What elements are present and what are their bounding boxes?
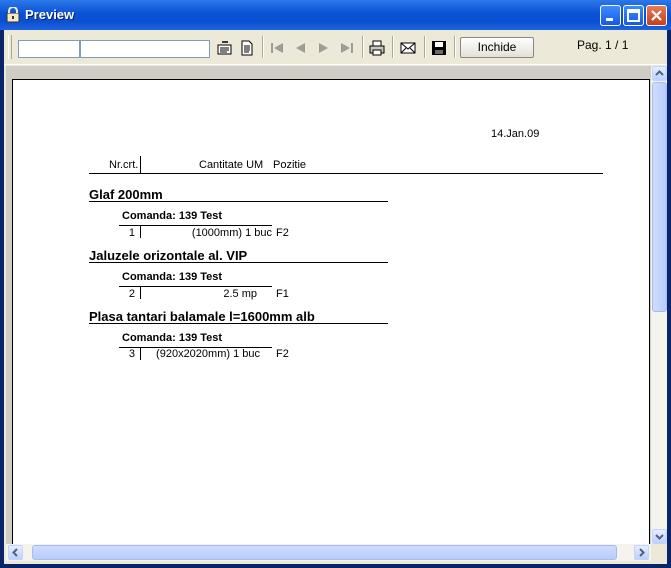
header-nr: Nr.crt. <box>109 159 139 171</box>
preview-window: Preview Inchide Pag. 1 / 1 14.Jan.09 Nr.… <box>0 0 671 568</box>
row-nr: 3 <box>128 348 135 360</box>
vertical-scroll-thumb[interactable] <box>652 82 667 312</box>
chevron-up-icon <box>655 70 664 76</box>
close-icon <box>651 10 662 21</box>
toolbar-grip[interactable] <box>8 35 12 59</box>
find-next-icon[interactable] <box>238 39 256 57</box>
scroll-left-button[interactable] <box>8 545 23 560</box>
find-icon[interactable] <box>216 39 234 57</box>
horizontal-scroll-thumb[interactable] <box>32 545 617 560</box>
window-title: Preview <box>25 7 75 22</box>
group-rule <box>89 201 388 202</box>
row-divider <box>140 226 141 238</box>
maximize-icon <box>627 9 640 22</box>
search-input[interactable] <box>18 40 80 58</box>
order-label: Comanda: 139 Test <box>122 332 223 344</box>
order-rule <box>119 286 272 287</box>
row-divider <box>140 287 141 299</box>
header-divider <box>140 156 141 173</box>
toolbar-separator <box>262 36 264 58</box>
vertical-scrollbar[interactable] <box>651 66 667 544</box>
lock-icon <box>6 7 20 23</box>
toolbar-separator <box>362 36 364 58</box>
row-nr: 1 <box>128 227 135 239</box>
toolbar-separator <box>454 36 456 58</box>
scroll-up-button[interactable] <box>652 66 667 81</box>
group-rule <box>89 262 388 263</box>
row-pos: F2 <box>276 348 289 360</box>
print-icon[interactable] <box>368 39 386 57</box>
header-qty: Cantitate UM <box>199 159 264 171</box>
page-input[interactable] <box>80 40 210 58</box>
toolbar-separator <box>424 36 426 58</box>
page-indicator: Pag. 1 / 1 <box>577 38 629 52</box>
maximize-button[interactable] <box>623 5 644 26</box>
report-date: 14.Jan.09 <box>491 128 540 140</box>
scroll-right-button[interactable] <box>634 545 649 560</box>
order-label: Comanda: 139 Test <box>122 271 223 283</box>
email-icon[interactable] <box>399 39 417 57</box>
group-title: Jaluzele orizontale al. VIP <box>89 248 248 263</box>
horizontal-scrollbar[interactable] <box>6 544 651 561</box>
first-page-icon[interactable] <box>268 39 286 57</box>
chevron-down-icon <box>655 534 664 540</box>
chevron-right-icon <box>639 548 645 557</box>
scroll-down-button[interactable] <box>652 529 667 544</box>
title-bar[interactable]: Preview <box>0 0 671 30</box>
header-rule <box>89 173 603 174</box>
report-page: 14.Jan.09 Nr.crt. Cantitate UM Pozitie G… <box>12 79 650 544</box>
inchide-button[interactable]: Inchide <box>460 37 534 58</box>
row-qty: (1000mm) 1 buc <box>191 227 272 239</box>
client-area: Inchide Pag. 1 / 1 14.Jan.09 Nr.crt. Can… <box>4 30 667 564</box>
group-title: Glaf 200mm <box>89 187 163 202</box>
minimize-icon <box>606 18 613 21</box>
group-rule <box>89 323 388 324</box>
resize-grip[interactable] <box>651 544 667 561</box>
prev-page-icon[interactable] <box>291 39 309 57</box>
row-nr: 2 <box>128 288 135 300</box>
next-page-icon[interactable] <box>315 39 333 57</box>
toolbar: Inchide Pag. 1 / 1 <box>4 30 667 65</box>
close-window-button[interactable] <box>646 5 667 26</box>
row-qty: 2.5 mp <box>223 288 257 300</box>
order-rule <box>119 225 272 226</box>
order-label: Comanda: 139 Test <box>122 210 223 222</box>
save-icon[interactable] <box>430 39 448 57</box>
preview-area[interactable]: 14.Jan.09 Nr.crt. Cantitate UM Pozitie G… <box>6 66 651 544</box>
row-pos: F1 <box>276 288 289 300</box>
group-title: Plasa tantari balamale l=1600mm alb <box>89 309 315 324</box>
toolbar-separator <box>392 36 394 58</box>
chevron-left-icon <box>12 548 18 557</box>
row-qty: (920x2020mm) 1 buc <box>156 348 260 360</box>
row-divider <box>140 348 141 360</box>
header-pos: Pozitie <box>273 159 307 171</box>
last-page-icon[interactable] <box>338 39 356 57</box>
row-pos: F2 <box>276 227 289 239</box>
minimize-button[interactable] <box>600 5 621 26</box>
